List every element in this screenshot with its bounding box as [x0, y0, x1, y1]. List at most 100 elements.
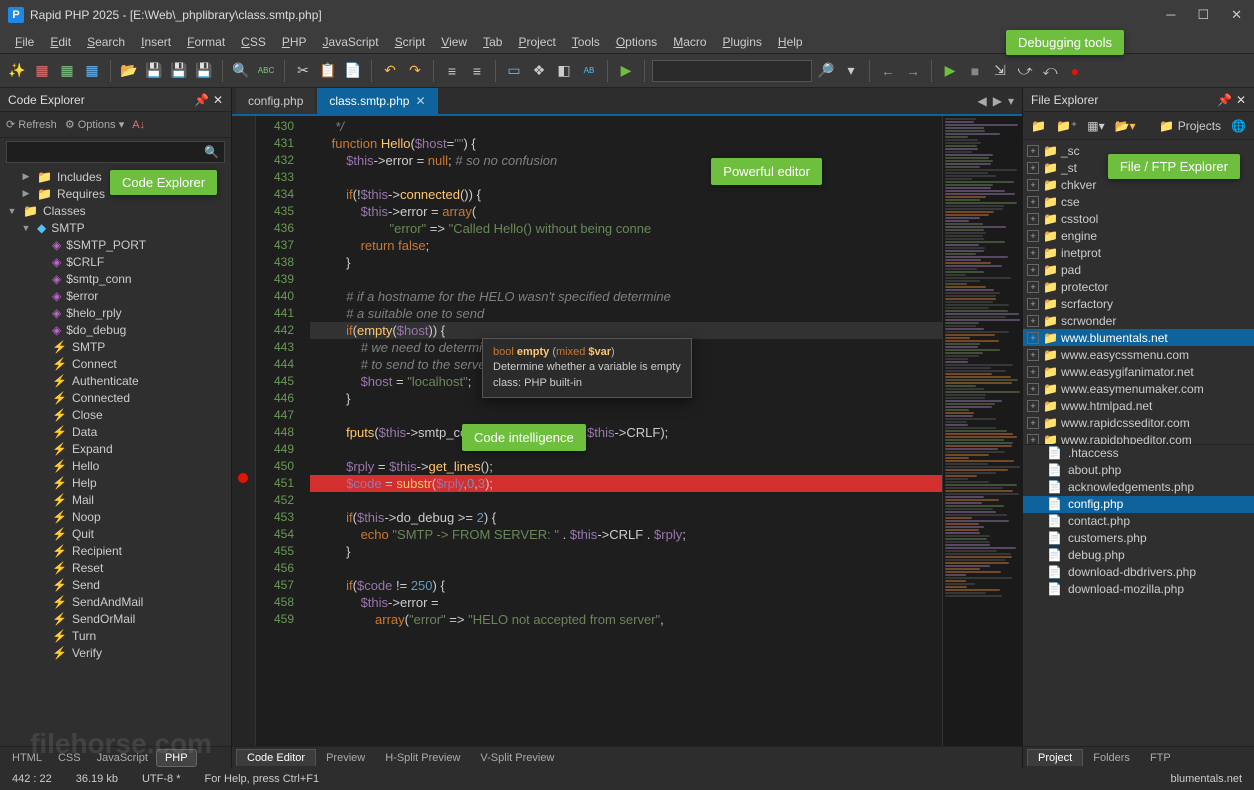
method[interactable]: ⚡ Mail — [0, 491, 231, 508]
search-input[interactable] — [652, 60, 812, 82]
debug-run-icon[interactable]: ▶ — [939, 60, 961, 82]
view-tab[interactable]: Code Editor — [236, 749, 316, 766]
folder-item[interactable]: +📁 csstool — [1023, 210, 1254, 227]
method[interactable]: ⚡ Connect — [0, 355, 231, 372]
method[interactable]: ⚡ Connected — [0, 389, 231, 406]
method[interactable]: ⚡ Expand — [0, 440, 231, 457]
file-item[interactable]: 📄 debug.php — [1023, 547, 1254, 564]
debug-pause-icon[interactable]: ■ — [964, 60, 986, 82]
method[interactable]: ⚡ Data — [0, 423, 231, 440]
up-folder-icon[interactable]: 📁 — [1029, 117, 1048, 135]
menu-tab[interactable]: Tab — [476, 32, 509, 52]
field[interactable]: ◈ $SMTP_PORT — [0, 236, 231, 253]
globe-icon[interactable]: 🌐 — [1229, 117, 1248, 135]
folder-item[interactable]: +📁 www.rapidcsseditor.com — [1023, 414, 1254, 431]
code-area[interactable]: Powerful editor bool empty (mixed $var) … — [302, 116, 942, 746]
explorer-tab[interactable]: Project — [1027, 749, 1083, 766]
folder-item[interactable]: +📁 pad — [1023, 261, 1254, 278]
folder-item[interactable]: +📁 www.easymenumaker.com — [1023, 380, 1254, 397]
folder-classes[interactable]: ▼📁 Classes — [0, 202, 231, 219]
run-icon[interactable]: ▶ — [615, 60, 637, 82]
file-item[interactable]: 📄 .htaccess — [1023, 445, 1254, 462]
minimap[interactable] — [942, 116, 1022, 746]
projects-button[interactable]: 📁 Projects — [1157, 117, 1223, 135]
method[interactable]: ⚡ Verify — [0, 644, 231, 661]
copy-icon[interactable]: 📋 — [317, 60, 339, 82]
options-button[interactable]: ⚙ Options ▾ — [65, 118, 124, 131]
panel3-icon[interactable]: ◧ — [553, 60, 575, 82]
find-icon[interactable]: 🔍 — [230, 60, 252, 82]
field[interactable]: ◈ $smtp_conn — [0, 270, 231, 287]
menu-help[interactable]: Help — [771, 32, 810, 52]
new-icon[interactable]: ✨ — [6, 60, 28, 82]
lang-tab-php[interactable]: PHP — [156, 749, 197, 767]
menu-options[interactable]: Options — [609, 32, 664, 52]
method[interactable]: ⚡ Send — [0, 576, 231, 593]
search-next-icon[interactable]: ▾ — [840, 60, 862, 82]
method[interactable]: ⚡ Quit — [0, 525, 231, 542]
menu-macro[interactable]: Macro — [666, 32, 713, 52]
method[interactable]: ⚡ Authenticate — [0, 372, 231, 389]
forward-icon[interactable]: → — [902, 60, 924, 82]
menu-file[interactable]: File — [8, 32, 41, 52]
method[interactable]: ⚡ Noop — [0, 508, 231, 525]
close-button[interactable]: ✕ — [1227, 3, 1246, 27]
paste-icon[interactable]: 📄 — [342, 60, 364, 82]
menu-script[interactable]: Script — [388, 32, 433, 52]
menu-plugins[interactable]: Plugins — [716, 32, 769, 52]
step-out-icon[interactable]: ⤺ — [1039, 60, 1061, 82]
pin-icon[interactable]: 📌 — [194, 93, 209, 107]
menu-project[interactable]: Project — [511, 32, 562, 52]
tab-menu-icon[interactable]: ▾ — [1008, 94, 1014, 108]
menu-format[interactable]: Format — [180, 32, 232, 52]
method[interactable]: ⚡ SendOrMail — [0, 610, 231, 627]
file-item[interactable]: 📄 contact.php — [1023, 513, 1254, 530]
step-icon[interactable]: ⇲ — [989, 60, 1011, 82]
gutter[interactable] — [232, 116, 256, 746]
save-as-icon[interactable]: 💾 — [193, 60, 215, 82]
code-editor[interactable]: 4304314324334344354364374384394404414424… — [232, 116, 1022, 746]
file-item[interactable]: 📄 download-mozilla.php — [1023, 581, 1254, 598]
method[interactable]: ⚡ Help — [0, 474, 231, 491]
file-item[interactable]: 📄 download-dbdrivers.php — [1023, 564, 1254, 581]
menu-php[interactable]: PHP — [275, 32, 314, 52]
new-html-icon[interactable]: ▦ — [81, 60, 103, 82]
panel-close-icon[interactable]: ✕ — [213, 93, 223, 107]
new-css-icon[interactable]: ▦ — [31, 60, 53, 82]
back-icon[interactable]: ← — [877, 60, 899, 82]
menu-insert[interactable]: Insert — [134, 32, 178, 52]
method[interactable]: ⚡ Recipient — [0, 542, 231, 559]
tab[interactable]: class.smtp.php ✕ — [317, 88, 437, 114]
outdent-icon[interactable]: ≡ — [466, 60, 488, 82]
method[interactable]: ⚡ Hello — [0, 457, 231, 474]
folder-item[interactable]: +📁 inetprot — [1023, 244, 1254, 261]
menu-search[interactable]: Search — [80, 32, 132, 52]
view-tab[interactable]: H-Split Preview — [375, 750, 470, 766]
method[interactable]: ⚡ SMTP — [0, 338, 231, 355]
tab-next-icon[interactable]: ▶ — [993, 94, 1002, 108]
view-icon[interactable]: ▦▾ — [1085, 117, 1106, 135]
menu-view[interactable]: View — [434, 32, 474, 52]
folder-item[interactable]: +📁 protector — [1023, 278, 1254, 295]
spellcheck-icon[interactable]: ABC — [255, 60, 277, 82]
refresh-button[interactable]: ⟳ Refresh — [6, 118, 57, 131]
lang-tab-html[interactable]: HTML — [4, 750, 50, 766]
indent-icon[interactable]: ≡ — [441, 60, 463, 82]
folder-item[interactable]: +📁 www.blumentals.net — [1023, 329, 1254, 346]
save-all-icon[interactable]: 💾 — [168, 60, 190, 82]
lang-tab-css[interactable]: CSS — [50, 750, 89, 766]
new-js-icon[interactable]: ▦ — [56, 60, 78, 82]
folder-item[interactable]: +📁 www.htmlpad.net — [1023, 397, 1254, 414]
folder-item[interactable]: +📁 www.rapidphpeditor.com — [1023, 431, 1254, 444]
method[interactable]: ⚡ Turn — [0, 627, 231, 644]
sort-button[interactable]: A↓ — [132, 119, 145, 131]
explorer-tab[interactable]: FTP — [1140, 750, 1181, 766]
menu-css[interactable]: CSS — [234, 32, 273, 52]
save-icon[interactable]: 💾 — [143, 60, 165, 82]
class-smtp[interactable]: ▼◆ SMTP — [0, 219, 231, 236]
search-go-icon[interactable]: 🔎 — [815, 60, 837, 82]
folder-item[interactable]: +📁 www.easycssmenu.com — [1023, 346, 1254, 363]
minimize-button[interactable]: ─ — [1162, 3, 1179, 27]
panel1-icon[interactable]: ▭ — [503, 60, 525, 82]
field[interactable]: ◈ $error — [0, 287, 231, 304]
